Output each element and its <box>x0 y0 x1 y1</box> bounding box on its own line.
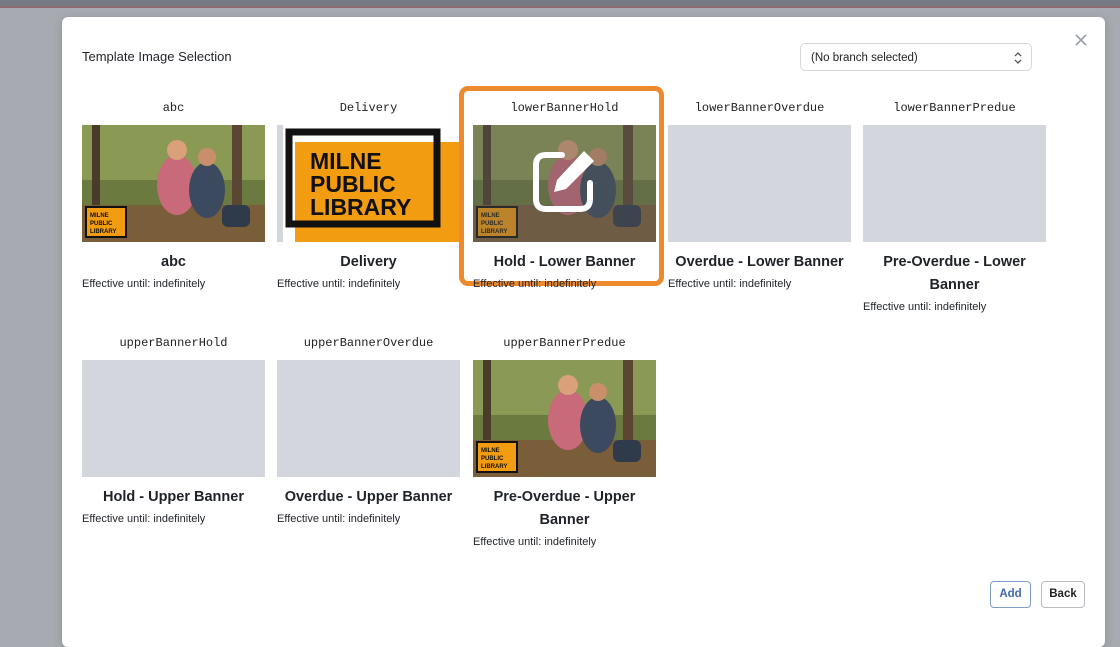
template-card-upper-banner-hold[interactable]: upperBannerHold Hold - Upper Banner Effe… <box>82 335 265 525</box>
chevron-up-down-icon <box>1014 52 1022 64</box>
template-effective: Effective until: indefinitely <box>473 536 597 548</box>
template-thumbnail-placeholder <box>668 125 851 242</box>
library-logo: MILNE PUBLIC LIBRARY <box>277 125 460 242</box>
template-effective: Effective until: indefinitely <box>277 513 401 525</box>
template-code: upperBannerHold <box>119 336 228 350</box>
template-effective: Effective until: indefinitely <box>473 278 597 290</box>
template-title: Overdue - Lower Banner <box>675 254 844 270</box>
photo-kids-forest-image: MILNE PUBLIC LIBRARY <box>82 125 265 242</box>
svg-text:LIBRARY: LIBRARY <box>310 194 411 220</box>
template-card-delivery[interactable]: Delivery MILNE PUBLIC LIBRARY Delivery E… <box>277 100 460 290</box>
svg-text:MILNE: MILNE <box>481 448 500 454</box>
template-title: Hold - Upper Banner <box>103 489 244 505</box>
template-thumbnail-placeholder <box>82 360 265 477</box>
template-card-upper-banner-predue[interactable]: upperBannerPredue MILNE PUBLIC LIBRARY P… <box>473 335 656 548</box>
add-button[interactable]: Add <box>990 581 1031 608</box>
template-title: Overdue - Upper Banner <box>284 489 453 505</box>
template-title: Delivery <box>340 254 397 270</box>
template-card-upper-banner-overdue[interactable]: upperBannerOverdue Overdue - Upper Banne… <box>277 335 460 525</box>
modal-title: Template Image Selection <box>82 49 232 64</box>
template-code: Delivery <box>339 101 398 115</box>
template-card-lower-banner-overdue[interactable]: lowerBannerOverdue Overdue - Lower Banne… <box>668 100 851 290</box>
edit-overlay[interactable] <box>473 125 656 242</box>
template-effective: Effective until: indefinitely <box>82 278 206 290</box>
template-effective: Effective until: indefinitely <box>82 513 206 525</box>
template-code: lowerBannerHold <box>510 101 619 115</box>
template-thumbnail-placeholder <box>863 125 1046 242</box>
template-title: Pre-Overdue - Lower Banner <box>883 254 1026 293</box>
template-code: upperBannerPredue <box>503 336 626 350</box>
photo-kids-forest-image: MILNE PUBLIC LIBRARY <box>473 360 656 477</box>
template-card-abc[interactable]: abc MILNE PUBLIC LIBRARY abc Effective u… <box>82 100 265 290</box>
background-header-line <box>0 6 1120 8</box>
svg-text:LIBRARY: LIBRARY <box>90 229 116 235</box>
template-thumbnail-placeholder <box>277 360 460 477</box>
close-icon[interactable] <box>1070 29 1092 51</box>
template-title: abc <box>161 254 186 270</box>
svg-text:PUBLIC: PUBLIC <box>481 456 504 462</box>
back-button[interactable]: Back <box>1041 581 1085 608</box>
template-image-modal: Template Image Selection (No branch sele… <box>62 17 1105 647</box>
template-code: upperBannerOverdue <box>303 336 434 350</box>
template-code: lowerBannerOverdue <box>694 101 825 115</box>
edit-icon <box>533 151 594 212</box>
template-title: Hold - Lower Banner <box>493 254 636 270</box>
svg-text:LIBRARY: LIBRARY <box>481 464 507 470</box>
template-title: Pre-Overdue - Upper Banner <box>493 489 636 528</box>
template-effective: Effective until: indefinitely <box>668 278 792 290</box>
template-thumbnail: MILNE PUBLIC LIBRARY <box>82 125 265 242</box>
template-effective: Effective until: indefinitely <box>277 278 401 290</box>
template-code: abc <box>162 101 185 115</box>
svg-text:PUBLIC: PUBLIC <box>90 221 113 227</box>
branch-select[interactable]: (No branch selected) <box>800 43 1032 71</box>
template-thumbnail: MILNE PUBLIC LIBRARY <box>473 360 656 477</box>
template-thumbnail: MILNE PUBLIC LIBRARY <box>473 125 656 242</box>
template-card-lower-banner-hold[interactable]: lowerBannerHold MILNE PUBLIC LIBRARY Hol… <box>459 86 664 290</box>
template-thumbnail: MILNE PUBLIC LIBRARY <box>277 125 460 242</box>
branch-select-value: (No branch selected) <box>811 52 918 64</box>
template-effective: Effective until: indefinitely <box>863 301 987 313</box>
logo-text: MILNE <box>90 213 109 219</box>
template-code: lowerBannerPredue <box>893 101 1016 115</box>
template-card-lower-banner-predue[interactable]: lowerBannerPredue Pre-Overdue - Lower Ba… <box>863 100 1046 313</box>
